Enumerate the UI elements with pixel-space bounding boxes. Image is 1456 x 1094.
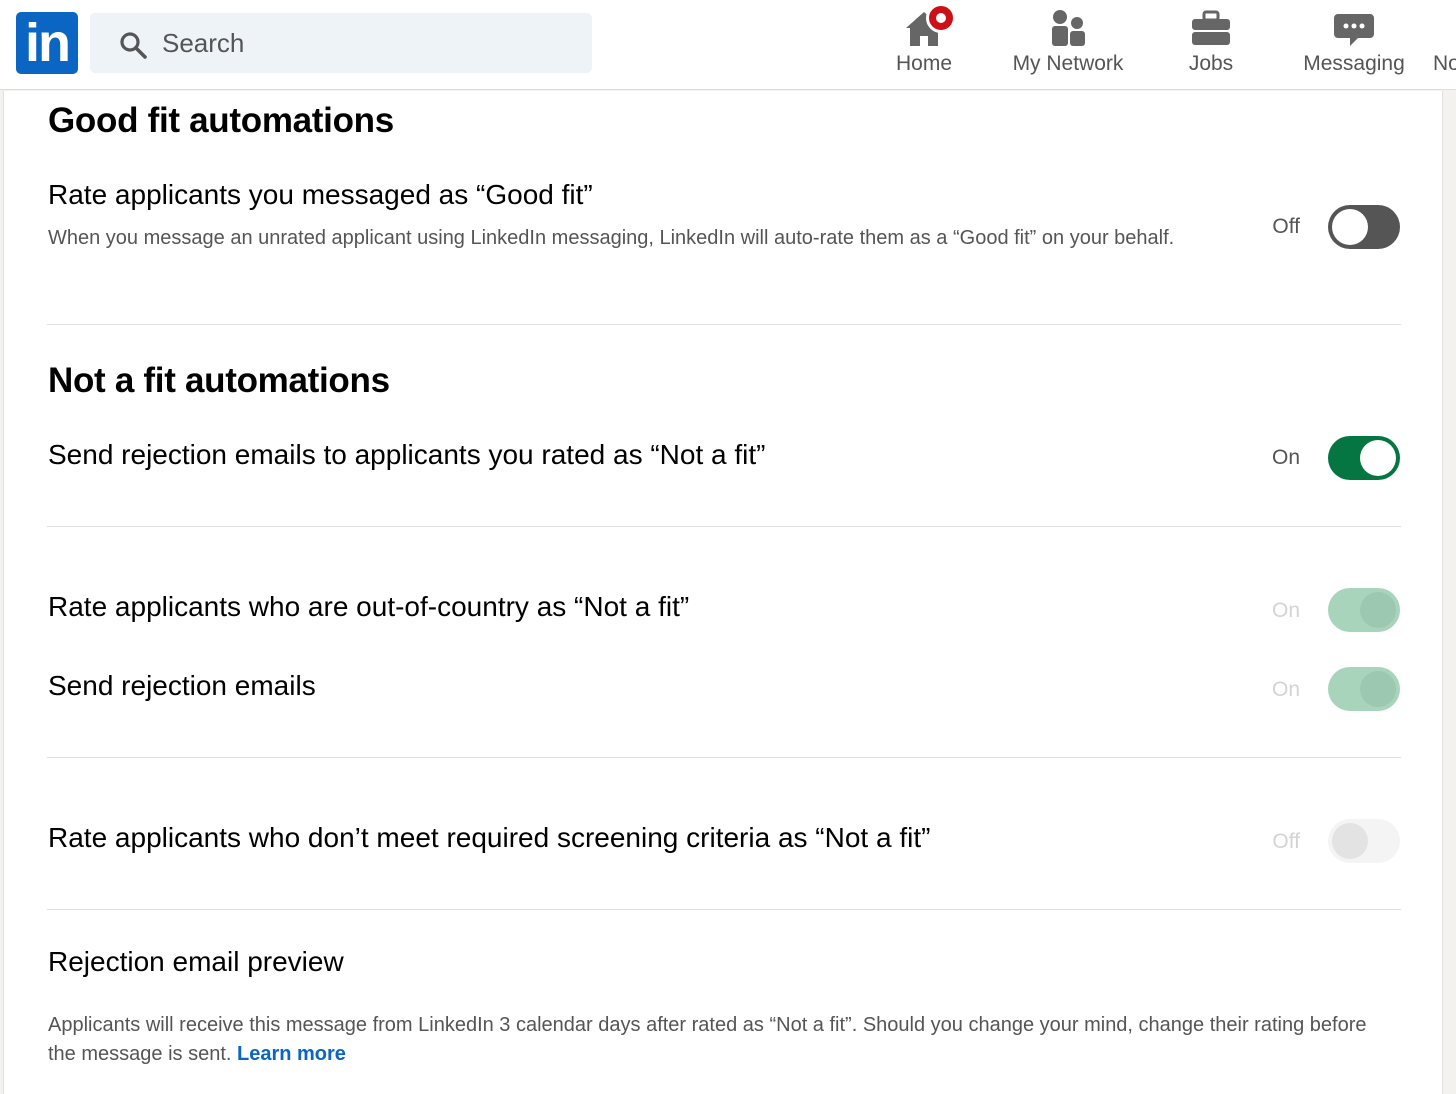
send-rejection-toggle-state: On [1271, 446, 1300, 469]
toggle-knob [1360, 671, 1396, 707]
screening-criteria-toggle [1328, 819, 1400, 863]
network-icon [1052, 10, 1085, 46]
nav-label-messaging: Messaging [1303, 52, 1405, 75]
automations-card: Good fit automations Rate applicants you… [3, 91, 1443, 1094]
divider [47, 526, 1401, 527]
nav-label-my-network: My Network [1012, 52, 1124, 75]
divider [47, 324, 1401, 325]
toggle-knob [1332, 823, 1368, 859]
search-bar[interactable]: Search [90, 13, 592, 73]
learn-more-link[interactable]: Learn more [237, 1043, 346, 1065]
divider [47, 757, 1401, 758]
nav-jobs[interactable]: Jobs [1170, 0, 1252, 90]
rejection-email-preview-title: Rejection email preview [48, 946, 344, 977]
out-of-country-toggle-state: On [1271, 599, 1300, 622]
nav-label-home: Home [895, 52, 953, 75]
rejection-email-preview-text: Applicants will receive this message fro… [48, 1011, 1378, 1069]
toggle-knob [1360, 440, 1396, 476]
nav-messaging[interactable]: Messaging [1294, 0, 1414, 90]
send-rejection-row-title: Send rejection emails [48, 670, 316, 701]
screening-criteria-toggle-state: Off [1272, 830, 1300, 853]
nav-my-network[interactable]: My Network [1000, 0, 1136, 90]
toggle-knob [1360, 592, 1396, 628]
good-fit-section-title: Good fit automations [48, 101, 394, 140]
good-fit-row-description: When you message an unrated applicant us… [48, 227, 1175, 249]
good-fit-toggle[interactable] [1328, 205, 1400, 249]
nav-label-jobs: Jobs [1188, 52, 1234, 75]
out-of-country-toggle [1328, 588, 1400, 632]
not-a-fit-section-title: Not a fit automations [48, 361, 390, 400]
messaging-icon [1334, 14, 1374, 46]
divider [47, 909, 1401, 910]
search-icon [120, 32, 147, 59]
not-a-fit-row-title: Send rejection emails to applicants you … [48, 439, 766, 470]
send-rejection-emails-toggle-state: On [1271, 678, 1300, 701]
toggle-knob [1332, 209, 1368, 245]
page-background-edge [1444, 91, 1456, 1094]
good-fit-toggle-state: Off [1272, 215, 1300, 238]
nav-label-notifications: No [1433, 52, 1456, 75]
send-rejection-emails-toggle[interactable] [1328, 436, 1400, 480]
linkedin-logo[interactable]: in [16, 12, 78, 74]
nav-notifications[interactable]: No [1430, 0, 1456, 90]
good-fit-row-title: Rate applicants you messaged as “Good fi… [48, 179, 593, 210]
send-rejection-emails-secondary-toggle [1328, 667, 1400, 711]
out-of-country-row-title: Rate applicants who are out-of-country a… [48, 591, 690, 622]
search-input[interactable]: Search [162, 13, 244, 73]
top-navigation: in Search Home My Network Jobs Messaging… [0, 0, 1456, 90]
nav-home[interactable]: Home [884, 0, 964, 90]
screening-criteria-row-title: Rate applicants who don’t meet required … [48, 822, 931, 853]
notification-badge [926, 3, 956, 33]
briefcase-icon [1192, 10, 1230, 45]
